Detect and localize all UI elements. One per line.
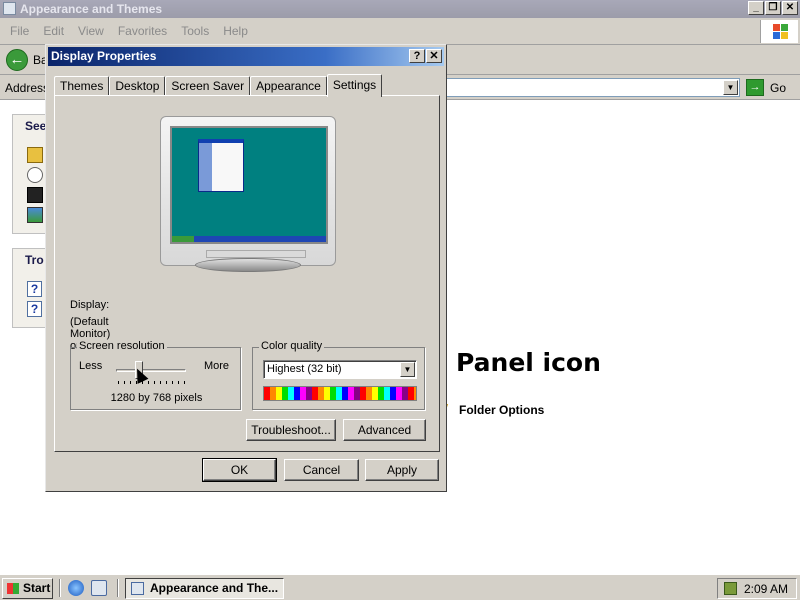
task-label: Appearance and The...: [150, 581, 279, 595]
go-label[interactable]: Go: [770, 81, 786, 95]
see-also-header: See: [25, 119, 47, 133]
apply-button[interactable]: Apply: [365, 459, 439, 481]
tray-network-icon[interactable]: [724, 582, 737, 595]
taskbar-separator: [117, 579, 119, 597]
explorer-title: Appearance and Themes: [20, 2, 163, 16]
dialog-title-bar: Display Properties ? ✕: [48, 47, 444, 66]
internet-explorer-icon[interactable]: [68, 580, 84, 596]
address-input[interactable]: ▼: [440, 78, 740, 97]
high-contrast-icon[interactable]: [27, 187, 43, 203]
go-arrow-icon[interactable]: →: [746, 79, 764, 96]
help-icon[interactable]: ?: [27, 281, 42, 297]
help-question-icon[interactable]: ?: [409, 49, 425, 63]
restore-button[interactable]: ❐: [765, 1, 781, 15]
mouse-pointer-icon[interactable]: [27, 167, 43, 183]
tab-desktop[interactable]: Desktop: [109, 76, 166, 96]
panel-heading: Panel icon: [456, 348, 601, 377]
dropdown-arrow-icon[interactable]: ▼: [400, 362, 415, 377]
mini-window-icon: [198, 139, 244, 192]
tab-strip: Themes Desktop Screen Saver Appearance S…: [54, 74, 383, 97]
folder-options-link[interactable]: Folder Options: [441, 403, 545, 417]
mini-taskbar: [172, 236, 326, 242]
user-picture-icon[interactable]: [27, 207, 43, 223]
taskbar: Start Appearance and The... 2:09 AM: [0, 574, 800, 600]
display-label: Display:: [70, 299, 110, 311]
color-quality-select[interactable]: Highest (32 bit) ▼: [263, 360, 417, 379]
advanced-button[interactable]: Advanced: [343, 419, 426, 441]
slider-ticks: [118, 381, 188, 384]
system-tray: 2:09 AM: [717, 578, 797, 599]
settings-panel: Display: (Default Monitor) on Screen res…: [54, 95, 440, 452]
display-properties-dialog: Display Properties ? ✕ Themes Desktop Sc…: [45, 44, 447, 492]
resolution-value: 1280 by 768 pixels: [110, 392, 203, 404]
screen-resolution-title: Screen resolution: [77, 340, 167, 352]
menu-edit[interactable]: Edit: [43, 24, 64, 38]
tab-appearance[interactable]: Appearance: [250, 76, 327, 96]
monitor-bezel: [206, 250, 306, 258]
start-label: Start: [23, 581, 51, 595]
menu-view[interactable]: View: [78, 24, 104, 38]
explorer-window-controls: _ ❐ ✕: [748, 1, 798, 15]
less-label: Less: [79, 360, 103, 372]
tab-settings[interactable]: Settings: [326, 74, 383, 97]
menu-favorites[interactable]: Favorites: [118, 24, 167, 38]
folder-window-icon: [3, 2, 16, 15]
tab-themes[interactable]: Themes: [54, 76, 110, 96]
task-button-appearance[interactable]: Appearance and The...: [125, 578, 284, 599]
menu-tools[interactable]: Tools: [181, 24, 209, 38]
show-desktop-icon[interactable]: [91, 580, 107, 596]
quick-launch-separator: [59, 579, 61, 597]
start-button[interactable]: Start: [2, 578, 53, 599]
resolution-slider-track[interactable]: [116, 369, 186, 372]
folder-options-label: Folder Options: [459, 403, 545, 417]
menu-bar: File Edit View Favorites Tools Help: [0, 18, 800, 45]
monitor-preview: [160, 116, 336, 266]
address-label: Address: [5, 81, 50, 95]
menu-help[interactable]: Help: [223, 24, 248, 38]
color-spectrum-bar: [263, 386, 417, 401]
close-icon[interactable]: ✕: [426, 49, 442, 63]
help-icon[interactable]: ?: [27, 301, 42, 317]
window-icon: [131, 582, 144, 595]
windows-logo-icon: [760, 20, 798, 43]
fonts-folder-icon[interactable]: [27, 147, 43, 163]
color-quality-title: Color quality: [259, 340, 325, 352]
minimize-button[interactable]: _: [748, 1, 764, 15]
windows-flag-icon: [7, 583, 19, 594]
clock[interactable]: 2:09 AM: [744, 582, 788, 596]
troubleshoot-button[interactable]: Troubleshoot...: [246, 419, 336, 441]
close-button[interactable]: ✕: [782, 1, 798, 15]
more-label: More: [203, 360, 229, 372]
back-arrow-icon[interactable]: ←: [6, 49, 28, 71]
dialog-title: Display Properties: [51, 49, 157, 63]
address-dropdown-icon[interactable]: ▼: [723, 80, 738, 95]
mini-start-icon: [172, 236, 194, 242]
troubleshooters-header: Tro: [25, 253, 44, 267]
color-quality-value: Highest (32 bit): [267, 363, 342, 375]
tab-screen-saver[interactable]: Screen Saver: [165, 76, 251, 96]
explorer-title-bar: Appearance and Themes _ ❐ ✕: [0, 0, 800, 18]
color-quality-group: Color quality Highest (32 bit) ▼: [252, 340, 425, 410]
screen-resolution-group: Screen resolution Less More 1280 by 768 …: [70, 340, 241, 410]
ok-button[interactable]: OK: [202, 458, 277, 482]
menu-file[interactable]: File: [10, 24, 29, 38]
monitor-stand: [195, 258, 301, 272]
desktop-preview: [170, 126, 328, 244]
cancel-button[interactable]: Cancel: [284, 459, 359, 481]
